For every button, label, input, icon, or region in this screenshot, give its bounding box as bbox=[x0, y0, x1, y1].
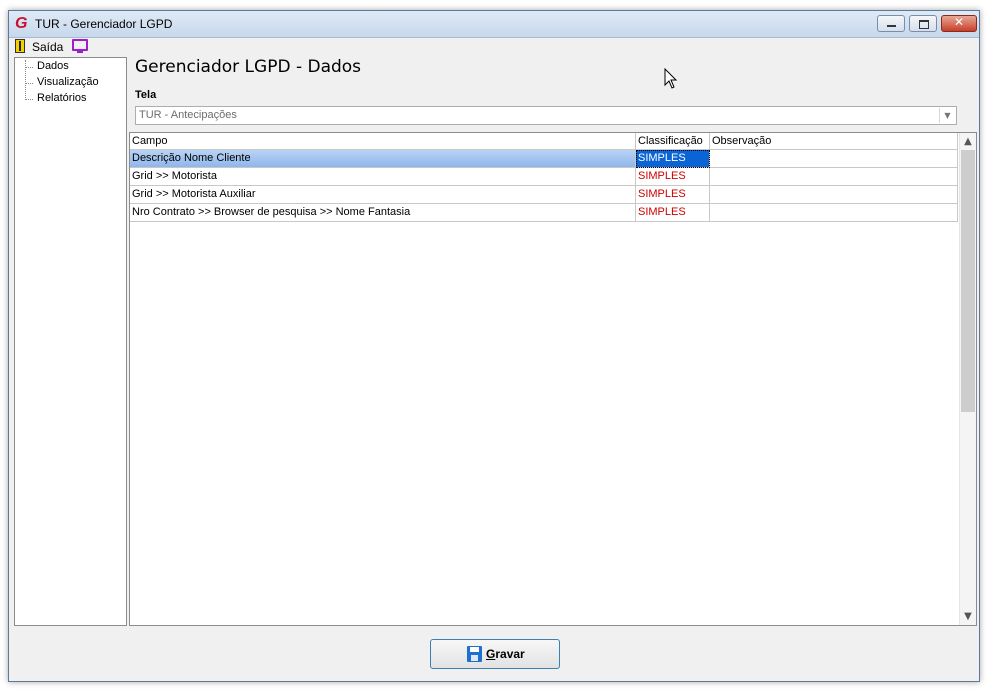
tela-select[interactable]: TUR - Antecipações ▼ bbox=[135, 106, 957, 125]
column-header-classificacao[interactable]: Classificação bbox=[636, 133, 710, 150]
tela-select-value: TUR - Antecipações bbox=[139, 109, 237, 121]
table-row[interactable]: Grid >> Motorista SIMPLES bbox=[130, 168, 958, 186]
tree-item-dados[interactable]: Dados bbox=[25, 60, 69, 72]
floppy-disk-icon bbox=[467, 646, 482, 662]
save-button-label: Gravar bbox=[486, 647, 525, 661]
mouse-cursor-icon bbox=[664, 68, 678, 89]
page-title: Gerenciador LGPD - Dados bbox=[135, 57, 362, 77]
cell-campo[interactable]: Nro Contrato >> Browser de pesquisa >> N… bbox=[130, 204, 636, 222]
cell-campo[interactable]: Descrição Nome Cliente bbox=[130, 150, 636, 168]
cell-campo[interactable]: Grid >> Motorista bbox=[130, 168, 636, 186]
tree-item-relatorios[interactable]: Relatórios bbox=[25, 92, 87, 104]
monitor-icon[interactable] bbox=[72, 39, 88, 53]
tree-connector bbox=[25, 60, 26, 100]
window-title: TUR - Gerenciador LGPD bbox=[35, 17, 173, 31]
cell-observacao[interactable] bbox=[710, 204, 958, 222]
app-logo-icon: G bbox=[15, 15, 28, 32]
cell-campo[interactable]: Grid >> Motorista Auxiliar bbox=[130, 186, 636, 204]
cell-observacao[interactable] bbox=[710, 150, 958, 168]
tela-label: Tela bbox=[135, 89, 157, 101]
table-row[interactable]: Nro Contrato >> Browser de pesquisa >> N… bbox=[130, 204, 958, 222]
scroll-thumb[interactable] bbox=[961, 150, 975, 412]
cell-classificacao[interactable]: SIMPLES bbox=[636, 150, 710, 168]
scroll-up-icon[interactable]: ▲ bbox=[963, 136, 973, 147]
cell-observacao[interactable] bbox=[710, 168, 958, 186]
close-button[interactable]: ✕ bbox=[941, 15, 977, 32]
exit-door-icon[interactable] bbox=[15, 39, 25, 53]
app-window: G TUR - Gerenciador LGPD ✕ Saída Dados V… bbox=[8, 10, 980, 682]
tree-item-visualizacao[interactable]: Visualização bbox=[25, 76, 99, 88]
navigation-tree: Dados Visualização Relatórios bbox=[14, 57, 127, 626]
cell-classificacao[interactable]: SIMPLES bbox=[636, 168, 710, 186]
maximize-button[interactable] bbox=[909, 15, 937, 32]
minimize-icon bbox=[887, 25, 896, 27]
save-button[interactable]: Gravar bbox=[430, 639, 560, 669]
close-icon: ✕ bbox=[953, 15, 965, 29]
column-header-observacao[interactable]: Observação bbox=[710, 133, 958, 150]
minimize-button[interactable] bbox=[877, 15, 905, 32]
cell-classificacao[interactable]: SIMPLES bbox=[636, 186, 710, 204]
title-bar[interactable]: G TUR - Gerenciador LGPD ✕ bbox=[9, 11, 979, 38]
data-grid: Campo Classificação Observação Descrição… bbox=[129, 132, 977, 626]
scroll-down-icon[interactable]: ▼ bbox=[963, 611, 973, 622]
table-row[interactable]: Grid >> Motorista Auxiliar SIMPLES bbox=[130, 186, 958, 204]
cell-classificacao[interactable]: SIMPLES bbox=[636, 204, 710, 222]
menu-bar: Saída bbox=[13, 38, 979, 56]
chevron-down-icon[interactable]: ▼ bbox=[939, 108, 955, 123]
column-header-campo[interactable]: Campo bbox=[130, 133, 636, 150]
table-row[interactable]: Descrição Nome Cliente SIMPLES bbox=[130, 150, 958, 168]
vertical-scrollbar[interactable]: ▲ ▼ bbox=[959, 133, 976, 625]
menu-exit[interactable]: Saída bbox=[32, 40, 63, 54]
cell-observacao[interactable] bbox=[710, 186, 958, 204]
maximize-icon bbox=[919, 20, 929, 29]
